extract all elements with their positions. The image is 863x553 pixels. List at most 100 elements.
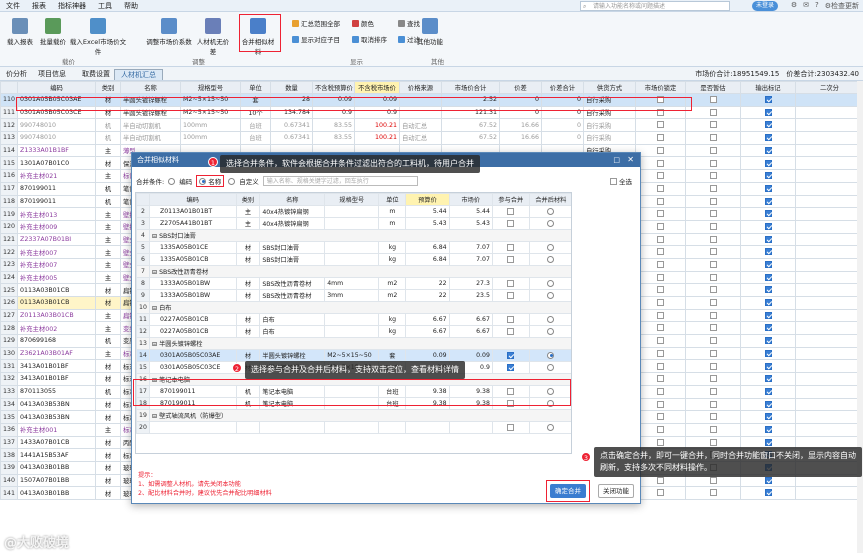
- checkbox[interactable]: [709, 121, 717, 129]
- cell-total[interactable]: 67.52: [441, 118, 500, 133]
- merged-cell[interactable]: [528, 349, 571, 362]
- menu-item[interactable]: 报表: [26, 1, 52, 11]
- cell-checkbox[interactable]: [635, 93, 686, 107]
- checkbox[interactable]: [657, 438, 664, 446]
- column-header[interactable]: 二次分: [795, 81, 863, 94]
- cell-output[interactable]: [740, 232, 796, 247]
- merged-radio[interactable]: [547, 219, 555, 227]
- top-icon[interactable]: ⚙: [791, 1, 797, 11]
- participate-cell[interactable]: [491, 325, 530, 338]
- merged-radio[interactable]: [547, 363, 555, 371]
- checkbox[interactable]: [657, 96, 664, 104]
- cell-checkbox[interactable]: [635, 232, 686, 247]
- merged-radio[interactable]: [547, 351, 555, 359]
- checkbox[interactable]: [657, 476, 664, 484]
- checkbox[interactable]: [709, 108, 717, 116]
- cell-checkbox[interactable]: [685, 181, 741, 196]
- merged-cell[interactable]: [528, 289, 571, 302]
- cell-dsum[interactable]: 0: [541, 118, 584, 133]
- cell-code[interactable]: 0413A03B01BB: [17, 460, 96, 475]
- checkbox[interactable]: [709, 159, 717, 167]
- group-row[interactable]: 4 ⊟ SBS封口油膏: [136, 229, 571, 242]
- column-header[interactable]: 供货方式: [583, 81, 636, 94]
- cell-checkbox[interactable]: [635, 372, 686, 386]
- cell-dsum[interactable]: 0: [541, 93, 584, 107]
- tab-item[interactable]: 项目信息: [32, 69, 72, 79]
- dialog-column-header[interactable]: 单位: [378, 193, 407, 206]
- participate-checkbox[interactable]: [507, 387, 515, 395]
- output-checkbox[interactable]: [764, 299, 772, 307]
- dialog-column-header[interactable]: 类别: [235, 193, 261, 206]
- cell-budget[interactable]: 83.55: [312, 118, 355, 133]
- search-input[interactable]: ⌕ 请输入功能名称或问题描述: [580, 1, 730, 11]
- top-icon[interactable]: ✉: [803, 1, 809, 11]
- column-header[interactable]: 市场价锁定: [635, 81, 686, 94]
- participate-checkbox[interactable]: [507, 315, 515, 323]
- cell-code[interactable]: 870113055: [17, 384, 96, 399]
- cell-code[interactable]: 1507A07B01BB: [17, 473, 96, 488]
- output-checkbox[interactable]: [764, 324, 772, 332]
- merged-radio[interactable]: [547, 207, 555, 215]
- cell-code[interactable]: 870699168: [17, 334, 96, 348]
- table-row[interactable]: 111 0301A05B05C03CE 材半圆头镀锌螺栓 M2~5×15~50 10个 1…: [0, 105, 863, 120]
- dialog-row[interactable]: 6 1335A05B01CB 材 SBS封口油膏 kg 6.84 7.07: [136, 253, 571, 266]
- cell-checkbox[interactable]: [685, 143, 741, 158]
- checkbox[interactable]: [709, 489, 717, 497]
- merged-radio[interactable]: [547, 423, 555, 431]
- cell-checkbox[interactable]: [685, 118, 741, 133]
- cell-diff[interactable]: 0: [499, 93, 542, 107]
- cell-checkbox[interactable]: [685, 232, 741, 247]
- output-checkbox[interactable]: [764, 121, 772, 129]
- cell-qty[interactable]: 134.784: [270, 105, 313, 120]
- cell-output[interactable]: [740, 410, 796, 424]
- cell-spec[interactable]: 100mm: [180, 131, 241, 145]
- cell-qty[interactable]: 28: [270, 93, 313, 107]
- cell-checkbox[interactable]: [635, 270, 686, 285]
- cell-code[interactable]: 990748010: [17, 131, 96, 145]
- dialog-row[interactable]: 14 0301A05B05C03AE 材半圆头镀锌螺栓 M2~5×15~50 套 0.09…: [136, 349, 571, 362]
- column-header[interactable]: 规格型号: [180, 81, 241, 94]
- output-checkbox[interactable]: [764, 197, 772, 205]
- merged-radio[interactable]: [547, 315, 555, 323]
- participate-cell[interactable]: [491, 217, 530, 230]
- column-header[interactable]: 不含税市场价: [354, 81, 400, 94]
- participate-checkbox[interactable]: [507, 207, 515, 215]
- cell-checkbox[interactable]: [685, 207, 741, 221]
- group-label[interactable]: ⊟ 白布: [148, 301, 571, 314]
- participate-cell[interactable]: [491, 385, 530, 398]
- checkbox[interactable]: [709, 172, 717, 180]
- top-icon[interactable]: ?: [815, 1, 819, 11]
- checkbox[interactable]: [657, 108, 664, 116]
- checkbox[interactable]: [709, 349, 717, 357]
- cell-checkbox[interactable]: [685, 296, 741, 310]
- cell-output[interactable]: [740, 308, 796, 323]
- output-checkbox[interactable]: [764, 375, 772, 383]
- checkbox[interactable]: [657, 261, 664, 269]
- dialog-row[interactable]: 3 Z2705A41B01BT 主 40x4热镀锌扁钢 m 5.43 5.43: [136, 217, 571, 230]
- cell-checkbox[interactable]: [685, 169, 741, 183]
- cell-code[interactable]: 补充主材002: [17, 321, 96, 336]
- cell-code[interactable]: Z3621A03B01AF: [17, 346, 96, 361]
- radio-code[interactable]: [168, 177, 176, 185]
- checkbox[interactable]: [709, 299, 717, 307]
- ribbon-button[interactable]: 批量载价: [35, 18, 71, 46]
- cell-code[interactable]: 0413A03B53BN: [17, 397, 96, 412]
- merged-radio[interactable]: [547, 255, 555, 263]
- cell-total[interactable]: 67.52: [441, 131, 500, 145]
- cell-unit[interactable]: 10个: [240, 105, 271, 120]
- cell-output[interactable]: [740, 131, 796, 145]
- output-checkbox[interactable]: [764, 273, 772, 281]
- output-checkbox[interactable]: [764, 96, 772, 104]
- column-header[interactable]: 单位: [240, 81, 271, 94]
- dialog-row[interactable]: 17 870199011 机笔记本电脑 台班 9.38 9.38: [136, 385, 571, 398]
- checkbox[interactable]: [657, 248, 664, 256]
- merged-cell[interactable]: [528, 241, 571, 254]
- checkbox[interactable]: [709, 134, 717, 142]
- cell-code[interactable]: 0113A03B01CB: [17, 296, 96, 310]
- column-header[interactable]: 价差: [499, 81, 542, 94]
- cell-checkbox[interactable]: [685, 397, 741, 412]
- dialog-row[interactable]: 12 0227A05B01CB 材白布 kg 6.67 6.67: [136, 325, 571, 338]
- cell-output[interactable]: [740, 169, 796, 183]
- cell-checkbox[interactable]: [685, 410, 741, 424]
- dialog-row[interactable]: 5 1335A05B01CE 材 SBS封口油膏 kg 6.84 7.07: [136, 241, 571, 254]
